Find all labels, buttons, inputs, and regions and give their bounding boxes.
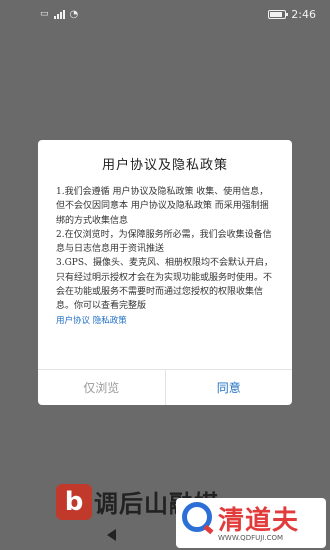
battery-icon [268,9,289,19]
app-logo: b [56,484,92,520]
watermark-brand: 清道夫 [218,506,300,536]
watermark: 清道夫 WWW.QDFUJI.COM [176,498,326,548]
sim-icon: ▭ [40,9,49,19]
agree-button[interactable]: 同意 [166,370,293,405]
dialog-buttons: 仅浏览 同意 [38,369,292,405]
wifi-icon: ◔ [69,8,79,20]
status-icons-right: 2:46 [268,8,316,21]
status-bar: ▭ ◔ 2:46 [0,0,330,28]
dialog-paragraph-2: 2.在仅浏览时，为保障服务所必需，我们会收集设备信息与日志信息用于资讯推送 [56,229,272,255]
policy-link[interactable]: 用户协议 隐私政策 [56,314,276,328]
watermark-q-icon [182,502,212,532]
dialog-title: 用户协议及隐私政策 [101,158,228,173]
status-time: 2:46 [291,7,316,21]
dialog-body: 1.我们会遵循 用户协议及隐私政策 收集、使用信息，但不会仅因同意本 用户协议及… [38,173,292,368]
status-icons-left: ▭ ◔ [40,9,78,20]
signal-icon [53,9,65,19]
browse-only-button[interactable]: 仅浏览 [38,370,166,405]
privacy-dialog: 用户协议及隐私政策 1.我们会遵循 用户协议及隐私政策 收集、使用信息，但不会仅… [38,140,292,405]
dialog-paragraph-3: 3.GPS、摄像头、麦克风、相册权限均不会默认开启，只有经过明示授权才会在为实现… [56,258,273,312]
nav-back-icon[interactable] [107,529,117,541]
dialog-paragraph-1: 1.我们会遵循 用户协议及隐私政策 收集、使用信息，但不会仅因同意本 用户协议及… [56,187,269,226]
watermark-url: WWW.QDFUJI.COM [218,534,284,542]
